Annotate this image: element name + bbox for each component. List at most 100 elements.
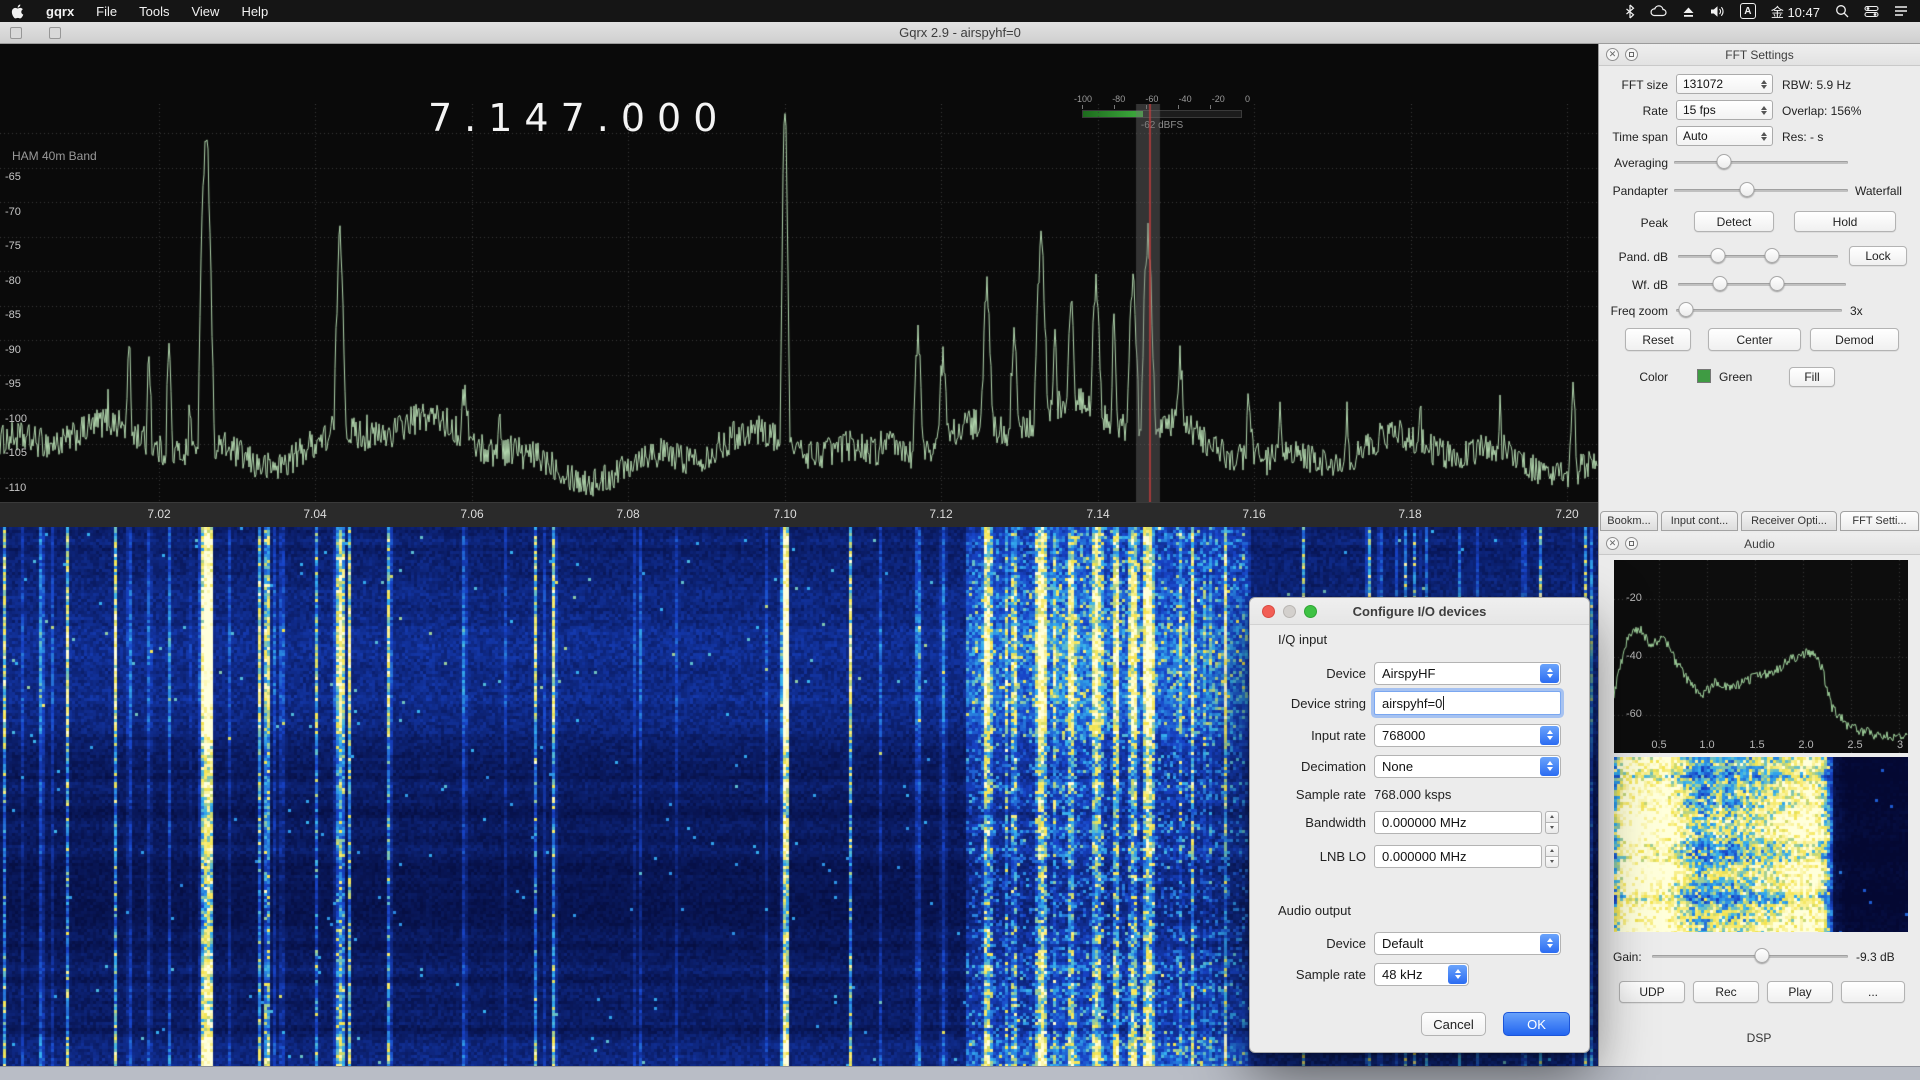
combo-arrows-icon[interactable] <box>1448 965 1467 984</box>
audio-db-label: -60 <box>1626 708 1642 720</box>
menu-file[interactable]: File <box>85 0 128 22</box>
combo-arrows-icon[interactable] <box>1540 934 1559 953</box>
freq-zoom-slider[interactable] <box>1676 301 1842 319</box>
slider-knob-high[interactable] <box>1765 248 1780 263</box>
color-label: Color <box>1600 370 1668 384</box>
detach-icon[interactable] <box>1625 537 1638 550</box>
decimation-combo[interactable]: None <box>1374 755 1561 778</box>
audio-waterfall-canvas[interactable] <box>1614 757 1908 932</box>
fill-button[interactable]: Fill <box>1789 367 1835 387</box>
screen: gqrx File Tools View Help A 金 10:47 Gqrx… <box>0 0 1920 1080</box>
tab-fft-settings[interactable]: FFT Setti... <box>1840 511 1919 531</box>
combo-arrows-icon[interactable] <box>1540 757 1559 776</box>
minimize-traffic-light[interactable] <box>1283 605 1296 618</box>
cloud-icon[interactable] <box>1650 5 1667 17</box>
input-rate-combo[interactable]: 768000 <box>1374 724 1561 747</box>
audio-panel-header[interactable]: ✕ Audio <box>1599 533 1920 555</box>
window-title-bar[interactable]: Gqrx 2.9 - airspyhf=0 <box>0 22 1920 44</box>
cancel-button[interactable]: Cancel <box>1421 1012 1486 1036</box>
lnb-lo-label: LNB LO <box>1266 849 1366 864</box>
stepper-arrows-icon[interactable] <box>1759 75 1769 93</box>
window-control-1[interactable] <box>10 27 22 39</box>
control-center-icon[interactable] <box>1864 5 1879 18</box>
bandwidth-field[interactable]: 0.000000 MHz <box>1374 811 1542 834</box>
time-span-combo[interactable]: Auto <box>1676 126 1773 146</box>
slider-knob-low[interactable] <box>1713 276 1728 291</box>
notification-list-icon[interactable] <box>1894 5 1908 17</box>
slider-knob-low[interactable] <box>1711 248 1726 263</box>
pand-db-range-slider[interactable] <box>1678 247 1838 265</box>
freq-label: 7.04 <box>290 507 340 521</box>
pandapter-label: Pandapter <box>1600 184 1668 198</box>
fft-size-combo[interactable]: 131072 <box>1676 74 1773 94</box>
close-icon[interactable]: ✕ <box>1606 48 1619 61</box>
tab-input-controls[interactable]: Input cont... <box>1661 511 1738 531</box>
dialog-title-bar[interactable]: Configure I/O devices <box>1250 598 1589 625</box>
device-string-input[interactable]: airspyhf=0 <box>1374 691 1561 715</box>
color-swatch[interactable] <box>1697 369 1711 383</box>
lnb-lo-stepper[interactable] <box>1545 845 1559 868</box>
audio-panel-title: Audio <box>1744 537 1775 551</box>
close-icon[interactable]: ✕ <box>1606 537 1619 550</box>
bottom-bar <box>0 1066 1920 1080</box>
demod-button[interactable]: Demod <box>1810 328 1899 351</box>
stepper-arrows-icon[interactable] <box>1759 101 1769 119</box>
spotlight-icon[interactable] <box>1835 4 1849 18</box>
spectrum-canvas[interactable] <box>0 104 1598 502</box>
play-button[interactable]: Play <box>1767 981 1833 1003</box>
stepper-arrows-icon[interactable] <box>1759 127 1769 145</box>
slider-knob[interactable] <box>1754 948 1769 963</box>
db-label: -105 <box>5 446 47 460</box>
device-combo[interactable]: AirspyHF <box>1374 662 1561 685</box>
menu-help[interactable]: Help <box>230 0 279 22</box>
window-control-2[interactable] <box>49 27 61 39</box>
lnb-lo-field[interactable]: 0.000000 MHz <box>1374 845 1542 868</box>
audio-spectrum-canvas[interactable] <box>1614 560 1908 753</box>
output-sample-rate-combo[interactable]: 48 kHz <box>1374 963 1469 986</box>
slider-knob-high[interactable] <box>1770 276 1785 291</box>
rate-combo[interactable]: 15 fps <box>1676 100 1773 120</box>
db-label: -85 <box>5 308 47 322</box>
close-traffic-light[interactable] <box>1262 605 1275 618</box>
slider-knob[interactable] <box>1740 182 1755 197</box>
apple-menu[interactable] <box>0 0 35 22</box>
menu-app-name[interactable]: gqrx <box>35 0 85 22</box>
freq-zoom-label: Freq zoom <box>1600 304 1668 318</box>
output-device-combo[interactable]: Default <box>1374 932 1561 955</box>
averaging-slider[interactable] <box>1674 153 1848 171</box>
combo-arrows-icon[interactable] <box>1540 664 1559 683</box>
menu-clock[interactable]: 金 10:47 <box>1771 2 1820 21</box>
freq-label: 7.16 <box>1229 507 1279 521</box>
tab-bookmarks[interactable]: Bookm... <box>1600 511 1658 531</box>
bandwidth-label: Bandwidth <box>1266 815 1366 830</box>
fft-settings-header[interactable]: ✕ FFT Settings <box>1599 44 1920 66</box>
reset-button[interactable]: Reset <box>1625 328 1691 351</box>
ok-button[interactable]: OK <box>1503 1012 1570 1036</box>
udp-button[interactable]: UDP <box>1619 981 1685 1003</box>
input-method-icon[interactable]: A <box>1740 3 1756 19</box>
gain-slider[interactable] <box>1652 947 1848 965</box>
eject-icon[interactable] <box>1682 5 1695 18</box>
bandwidth-stepper[interactable] <box>1545 811 1559 834</box>
detach-icon[interactable] <box>1625 48 1638 61</box>
color-value: Green <box>1719 370 1752 384</box>
center-button[interactable]: Center <box>1708 328 1801 351</box>
frequency-axis[interactable]: 7.02 7.04 7.06 7.08 7.10 7.12 7.14 7.16 … <box>0 502 1598 527</box>
tab-receiver-options[interactable]: Receiver Opti... <box>1741 511 1837 531</box>
bluetooth-icon[interactable] <box>1625 4 1635 19</box>
rec-button[interactable]: Rec <box>1693 981 1759 1003</box>
wf-db-range-slider[interactable] <box>1678 275 1846 293</box>
zoom-traffic-light[interactable] <box>1304 605 1317 618</box>
pandapter-split-slider[interactable] <box>1674 181 1848 199</box>
pand-lock-button[interactable]: Lock <box>1849 246 1907 266</box>
menu-tools[interactable]: Tools <box>128 0 180 22</box>
combo-arrows-icon[interactable] <box>1540 726 1559 745</box>
menu-view[interactable]: View <box>180 0 230 22</box>
apple-icon <box>11 4 24 19</box>
volume-icon[interactable] <box>1710 5 1725 18</box>
slider-knob[interactable] <box>1678 302 1693 317</box>
peak-detect-button[interactable]: Detect <box>1694 211 1774 232</box>
more-button[interactable]: ... <box>1841 981 1905 1003</box>
slider-knob[interactable] <box>1717 154 1732 169</box>
peak-hold-button[interactable]: Hold <box>1794 211 1896 232</box>
